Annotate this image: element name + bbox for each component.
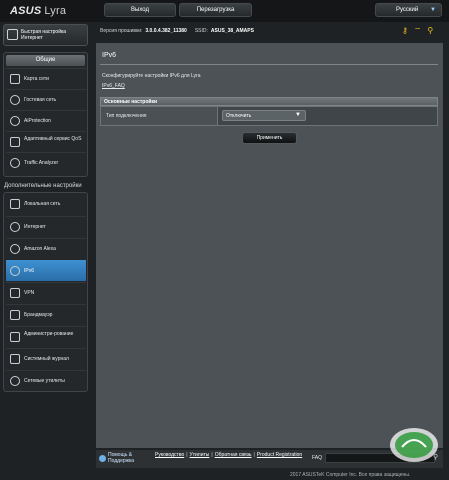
sidebar-item-qos[interactable]: Адаптивный сервис QoS — [6, 131, 86, 152]
help-support-label: Помощь & Поддержка — [108, 452, 135, 464]
help-icon — [99, 455, 106, 462]
section-header: Основные настройки — [100, 97, 438, 106]
connection-type-label-cell: Тип подключения — [101, 107, 218, 125]
sidebar-item-network-map[interactable]: Карта сети — [6, 68, 86, 89]
advanced-menu: Локальная сеть Интернет Amazon Alexa IPv… — [3, 192, 88, 392]
traffic-analyzer-icon — [10, 158, 20, 168]
sidebar-item-aiprotection[interactable]: AiProtection — [6, 110, 86, 131]
sidebar-item-internet[interactable]: Интернет — [6, 216, 86, 237]
sidebar-item-vpn[interactable]: VPN — [6, 282, 86, 303]
sidebar-item-traffic-analyzer[interactable]: Traffic Analyzer — [6, 152, 86, 173]
qis-icon — [7, 29, 18, 40]
asus-logo[interactable]: ASUS Lyra — [10, 5, 66, 17]
connection-type-value: Отключить — [226, 113, 252, 119]
utilities-link[interactable]: Утилиты — [190, 452, 210, 458]
key-icon[interactable]: ⚷ — [402, 26, 408, 35]
reboot-button[interactable]: Перезагрузка — [179, 3, 252, 17]
advanced-menu-title: Дополнительные настройки — [4, 183, 82, 189]
lan-icon — [10, 199, 20, 209]
general-menu-title: Общие — [6, 55, 85, 66]
chevron-down-icon: ▼ — [295, 112, 301, 118]
sidebar-item-amazon-alexa[interactable]: Amazon Alexa — [6, 238, 86, 259]
qis-label: Быстрая настройка Интернет — [21, 29, 67, 41]
firewall-icon — [10, 310, 20, 320]
connection-type-select[interactable]: Отключить ▼ — [222, 110, 306, 121]
page-description: Сконфигурируйте настройки IPv6 для Lyra — [102, 73, 201, 79]
apply-button[interactable]: Применить — [242, 132, 297, 144]
status-icons: ⚷ ⌔ ⚲ — [402, 26, 439, 36]
footer-links: Руководство | Утилиты | Обратная связь | Produ… — [155, 452, 303, 458]
alexa-icon — [10, 244, 20, 254]
sidebar-item-lan[interactable]: Локальная сеть — [6, 194, 86, 215]
connection-type-row: Тип подключения Отключить ▼ — [100, 106, 438, 126]
title-divider — [100, 64, 438, 65]
sidebar-item-firewall[interactable]: Брандмауэр — [6, 304, 86, 325]
chevron-down-icon: ▼ — [430, 7, 436, 13]
administration-icon — [10, 332, 20, 342]
sidebar-item-network-tools[interactable]: Сетевые утилиты — [6, 370, 86, 391]
aiprotection-icon — [10, 116, 20, 126]
general-menu: Общие Карта сети Гостевая сеть AiProtect… — [3, 52, 88, 177]
wifi-icon[interactable]: ⌔ — [414, 26, 422, 36]
network-map-icon — [10, 74, 20, 84]
firmware-info: Версия прошивки: 3.0.0.4.382_11380 SSID: AS… — [100, 28, 254, 34]
faq-search-label: FAQ — [312, 455, 323, 461]
language-select[interactable]: Русский ▼ — [375, 3, 442, 17]
product-registration-link[interactable]: Product Registration — [257, 452, 302, 458]
section-title: Основные настройки — [104, 99, 158, 105]
manual-link[interactable]: Руководство — [155, 452, 184, 458]
sidebar-item-ipv6[interactable]: IPv6 — [6, 260, 86, 281]
system-log-icon — [10, 354, 20, 364]
feedback-link[interactable]: Обратная связь — [215, 452, 252, 458]
site-watermark-logo — [390, 428, 438, 462]
copyright-text: 2017 ASUSTeK Computer Inc. Все права защ… — [290, 472, 411, 478]
quick-internet-setup-button[interactable]: Быстрая настройка Интернет — [3, 24, 88, 46]
ipv6-faq-link[interactable]: IPv6_FAQ — [102, 83, 125, 89]
guest-network-icon — [10, 95, 20, 105]
logout-button[interactable]: Выход — [104, 3, 176, 17]
connection-type-label: Тип подключения — [106, 113, 147, 119]
qos-icon — [10, 137, 20, 147]
ipv6-icon — [10, 266, 20, 276]
language-label: Русский — [396, 7, 419, 13]
sidebar-item-guest-network[interactable]: Гостевая сеть — [6, 89, 86, 110]
vpn-icon — [10, 288, 20, 298]
page-title: IPv6 — [102, 52, 117, 59]
usb-icon[interactable]: ⚲ — [427, 26, 433, 35]
network-tools-icon — [10, 376, 20, 386]
sidebar-item-administration[interactable]: Администри-рование — [6, 326, 86, 347]
globe-icon — [10, 222, 20, 232]
sidebar-item-system-log[interactable]: Системный журнал — [6, 348, 86, 369]
